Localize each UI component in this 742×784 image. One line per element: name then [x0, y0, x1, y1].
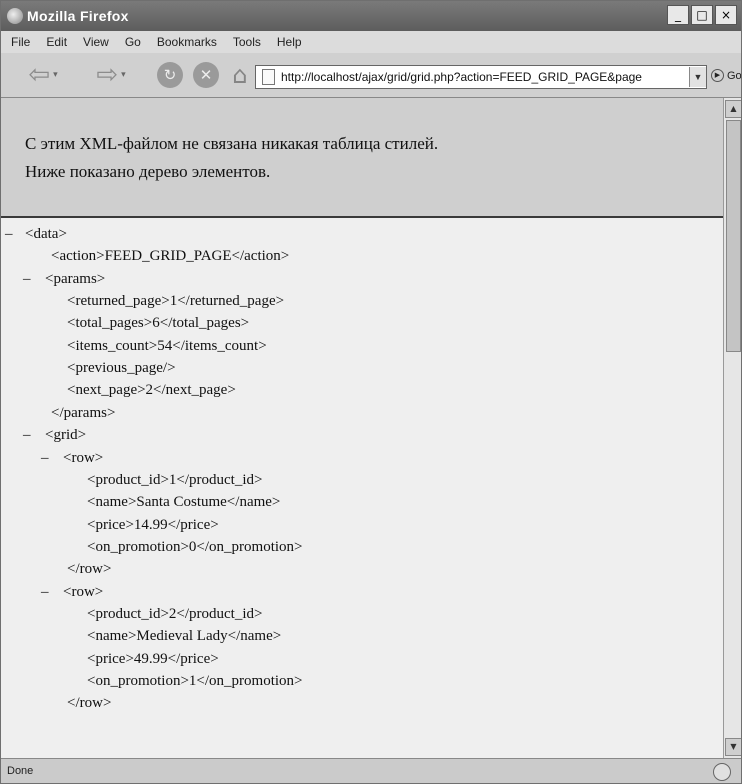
xml-line: <product_id>2</product_id> — [87, 605, 263, 622]
chevron-down-icon: ▾ — [53, 70, 58, 80]
reload-button[interactable]: ↻ — [155, 61, 185, 89]
xml-line: <price>14.99</price> — [87, 516, 219, 533]
back-button[interactable]: ⇦ ▾ — [19, 60, 67, 90]
xml-line: </row> — [67, 561, 112, 578]
reload-icon: ↻ — [157, 62, 183, 88]
xml-line: <name>Medieval Lady</name> — [87, 628, 282, 645]
xml-line: <next_page>2</next_page> — [67, 382, 236, 399]
scroll-down-icon[interactable]: ▼ — [725, 738, 741, 756]
scroll-up-icon[interactable]: ▲ — [725, 100, 741, 118]
stop-icon: ✕ — [193, 62, 219, 88]
xml-line: <items_count>54</items_count> — [67, 337, 267, 354]
collapse-toggle[interactable]: – — [41, 450, 49, 467]
xml-line: <params> — [45, 270, 106, 287]
menu-go[interactable]: Go — [125, 35, 141, 49]
xml-line: <on_promotion>1</on_promotion> — [87, 673, 303, 689]
vertical-scrollbar[interactable]: ▲ ▼ — [723, 98, 741, 758]
xml-line: <data> — [25, 226, 67, 242]
status-icon — [713, 763, 731, 781]
xml-line: <returned_page>1</returned_page> — [67, 293, 285, 310]
url-text[interactable]: http://localhost/ajax/grid/grid.php?acti… — [281, 70, 689, 84]
xml-line: <on_promotion>0</on_promotion> — [87, 538, 303, 555]
url-dropdown-button[interactable]: ▼ — [689, 67, 706, 87]
home-button[interactable]: ⌂ — [225, 61, 255, 89]
collapse-toggle[interactable]: – — [5, 226, 13, 243]
xml-line: <price>49.99</price> — [87, 650, 219, 667]
back-arrow-icon: ⇦ — [28, 60, 51, 90]
xml-line: <product_id>1</product_id> — [87, 471, 263, 488]
xml-line: <row> — [63, 449, 104, 466]
firefox-icon — [7, 8, 23, 24]
home-icon: ⌂ — [232, 61, 248, 89]
title-bar: Mozilla Firefox _ □ × — [1, 1, 741, 31]
window-controls: _ □ × — [667, 5, 737, 25]
go-label: Go — [727, 69, 742, 82]
xml-line: </row> — [67, 695, 112, 712]
window-title: Mozilla Firefox — [27, 8, 129, 24]
collapse-toggle[interactable]: – — [23, 271, 31, 288]
xml-line: <previous_page/> — [67, 360, 176, 377]
page-icon — [262, 69, 275, 85]
status-bar: Done — [1, 758, 741, 783]
xml-line: <name>Santa Costume</name> — [87, 494, 281, 511]
minimize-button[interactable]: _ — [667, 5, 689, 25]
menu-bookmarks[interactable]: Bookmarks — [157, 35, 217, 49]
url-bar[interactable]: http://localhost/ajax/grid/grid.php?acti… — [255, 65, 707, 89]
forward-button[interactable]: ⇨ ▾ — [87, 60, 135, 90]
collapse-toggle[interactable]: – — [41, 584, 49, 601]
go-icon: ▶ — [711, 69, 724, 82]
notice-line-2: Ниже показано дерево элементов. — [25, 162, 271, 181]
xml-line: <total_pages>6</total_pages> — [67, 315, 250, 332]
forward-arrow-icon: ⇨ — [96, 60, 119, 90]
browser-window: Mozilla Firefox _ □ × File Edit View Go … — [0, 0, 742, 784]
xml-line: <grid> — [45, 427, 87, 444]
chevron-down-icon: ▾ — [121, 70, 126, 80]
xml-notice: С этим XML-файлом не связана никакая таб… — [1, 98, 723, 218]
status-text: Done — [7, 765, 34, 777]
menu-bar: File Edit View Go Bookmarks Tools Help — [1, 31, 741, 53]
go-button[interactable]: ▶ Go — [711, 69, 742, 82]
maximize-button[interactable]: □ — [691, 5, 713, 25]
xml-line: <action>FEED_GRID_PAGE</action> — [51, 248, 290, 265]
scroll-thumb[interactable] — [726, 120, 741, 352]
menu-edit[interactable]: Edit — [46, 35, 67, 49]
navigation-toolbar: ⇦ ▾ ⇨ ▾ ↻ ✕ ⌂ http://localhost/ajax/grid/g… — [1, 53, 741, 98]
menu-help[interactable]: Help — [277, 35, 302, 49]
xml-line: </params> — [51, 404, 116, 421]
page-content: С этим XML-файлом не связана никакая таб… — [1, 98, 723, 758]
collapse-toggle[interactable]: – — [23, 427, 31, 444]
menu-file[interactable]: File — [11, 35, 30, 49]
menu-view[interactable]: View — [83, 35, 109, 49]
notice-line-1: С этим XML-файлом не связана никакая таб… — [25, 134, 439, 153]
close-button[interactable]: × — [715, 5, 737, 25]
stop-button[interactable]: ✕ — [191, 61, 221, 89]
menu-tools[interactable]: Tools — [233, 35, 261, 49]
xml-line: <row> — [63, 583, 104, 600]
